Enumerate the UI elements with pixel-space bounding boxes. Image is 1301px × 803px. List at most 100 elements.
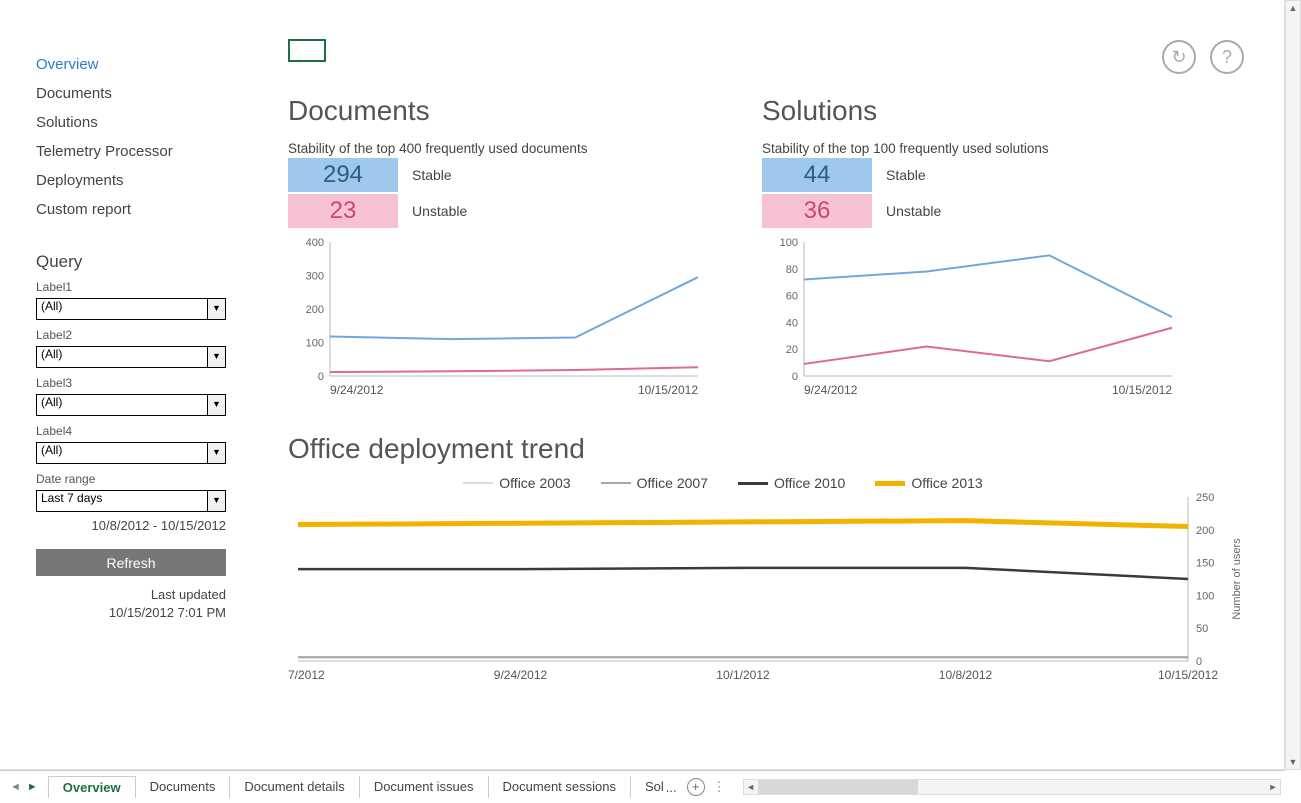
filter-value-3: (All) [41,395,62,409]
nav-custom-report[interactable]: Custom report [36,195,246,224]
chevron-down-icon: ▼ [207,491,225,511]
filter-label-1: Label1 [36,280,246,294]
filter-select-2[interactable]: (All) ▼ [36,346,226,368]
documents-stable-label: Stable [412,167,452,183]
svg-text:150: 150 [1196,558,1214,570]
svg-text:200: 200 [306,304,324,316]
horizontal-scrollbar[interactable]: ◄ ► [743,779,1281,795]
legend-2013: Office 2013 [911,475,982,491]
nav-solutions[interactable]: Solutions [36,108,246,137]
solutions-stable-label: Stable [886,167,926,183]
nav-overview[interactable]: Overview [36,50,246,79]
svg-text:0: 0 [318,371,324,383]
svg-text:300: 300 [306,271,324,283]
cell-selection[interactable] [288,39,326,62]
filter-label-4: Label4 [36,424,246,438]
h-scroll-thumb[interactable] [758,780,918,794]
date-range-select[interactable]: Last 7 days ▼ [36,490,226,512]
vertical-scrollbar[interactable]: ▲ ▼ [1285,0,1301,770]
filter-value-4: (All) [41,443,62,457]
svg-text:9/24/2012: 9/24/2012 [494,668,548,682]
tab-document-details[interactable]: Document details [230,776,359,798]
tab-prev-icon[interactable]: ◄ [10,781,21,793]
svg-text:20: 20 [786,344,798,356]
svg-text:100: 100 [1196,590,1214,602]
scroll-left-icon[interactable]: ◄ [744,780,758,794]
tab-documents[interactable]: Documents [136,776,231,798]
sidebar: Overview Documents Solutions Telemetry P… [0,0,264,769]
solutions-subtitle: Stability of the top 100 frequently used… [762,141,1236,156]
deployment-legend: Office 2003 Office 2007 Office 2010 Offi… [288,475,1158,491]
nav-telemetry[interactable]: Telemetry Processor [36,137,246,166]
query-heading: Query [36,252,246,272]
chevron-down-icon: ▼ [207,443,225,463]
scroll-up-icon[interactable]: ▲ [1286,1,1300,15]
chevron-down-icon: ▼ [207,395,225,415]
documents-subtitle: Stability of the top 400 frequently used… [288,141,762,156]
tab-document-sessions[interactable]: Document sessions [489,776,631,798]
svg-text:80: 80 [786,264,798,276]
content-area: ↻ ? Documents Stability of the top 400 f… [288,40,1284,769]
add-sheet-button[interactable]: + [687,778,705,796]
nav-deployments[interactable]: Deployments [36,166,246,195]
svg-text:10/15/2012: 10/15/2012 [1158,668,1218,682]
svg-text:250: 250 [1196,492,1214,504]
documents-chart: 01002003004009/24/201210/15/2012 [288,236,708,406]
filter-select-4[interactable]: (All) ▼ [36,442,226,464]
date-range-text: 10/8/2012 - 10/15/2012 [36,518,226,533]
svg-text:10/1/2012: 10/1/2012 [716,668,770,682]
solutions-unstable-label: Unstable [886,203,941,219]
last-updated-label: Last updated [36,586,226,604]
filter-value-2: (All) [41,347,62,361]
help-icon[interactable]: ? [1210,40,1244,74]
sheet-tabs: ◄ ► Overview Documents Document details … [0,770,1285,803]
nav-documents[interactable]: Documents [36,79,246,108]
tab-next-icon[interactable]: ► [27,781,38,793]
solutions-panel: Solutions Stability of the top 100 frequ… [762,95,1236,411]
svg-text:0: 0 [1196,656,1202,668]
documents-panel: Documents Stability of the top 400 frequ… [288,95,762,411]
svg-text:10/15/2012: 10/15/2012 [1112,383,1172,397]
documents-stable-count: 294 [288,158,398,192]
scroll-right-icon[interactable]: ► [1266,780,1280,794]
solutions-unstable-count: 36 [762,194,872,228]
chevron-down-icon: ▼ [207,299,225,319]
filter-value-1: (All) [41,299,62,313]
documents-title: Documents [288,95,762,127]
svg-text:9/24/2012: 9/24/2012 [804,383,858,397]
scroll-down-icon[interactable]: ▼ [1286,755,1300,769]
tab-document-issues[interactable]: Document issues [360,776,489,798]
tab-overview[interactable]: Overview [48,776,136,798]
refresh-icon[interactable]: ↻ [1162,40,1196,74]
legend-2003: Office 2003 [499,475,570,491]
svg-text:200: 200 [1196,525,1214,537]
date-range-label: Date range [36,472,246,486]
chevron-down-icon: ▼ [207,347,225,367]
svg-text:9/24/2012: 9/24/2012 [330,383,384,397]
svg-text:10/8/2012: 10/8/2012 [939,668,993,682]
tab-ellipsis[interactable]: ... [666,780,677,795]
nav-list: Overview Documents Solutions Telemetry P… [36,50,246,224]
documents-unstable-label: Unstable [412,203,467,219]
svg-text:100: 100 [306,338,324,350]
last-updated-value: 10/15/2012 7:01 PM [36,604,226,622]
svg-text:9/17/2012: 9/17/2012 [288,668,325,682]
deployment-title: Office deployment trend [288,433,1284,465]
tab-solutions-truncated[interactable]: Sol [631,776,666,798]
svg-text:100: 100 [780,237,798,249]
solutions-stable-count: 44 [762,158,872,192]
date-range-value: Last 7 days [41,491,102,505]
solutions-chart: 0 20 40 60 80 100 9/24/2012 10/15/2012 [762,236,1182,406]
tab-menu-icon[interactable]: ⋮ [713,779,727,795]
deployment-chart: 0501001502002509/17/20129/24/201210/1/20… [288,491,1248,691]
svg-text:0: 0 [792,371,798,383]
svg-text:60: 60 [786,291,798,303]
filter-label-3: Label3 [36,376,246,390]
legend-2010: Office 2010 [774,475,845,491]
filter-select-1[interactable]: (All) ▼ [36,298,226,320]
documents-unstable-count: 23 [288,194,398,228]
filter-select-3[interactable]: (All) ▼ [36,394,226,416]
svg-text:Number of users: Number of users [1231,538,1243,620]
refresh-button[interactable]: Refresh [36,549,226,576]
svg-text:40: 40 [786,317,798,329]
